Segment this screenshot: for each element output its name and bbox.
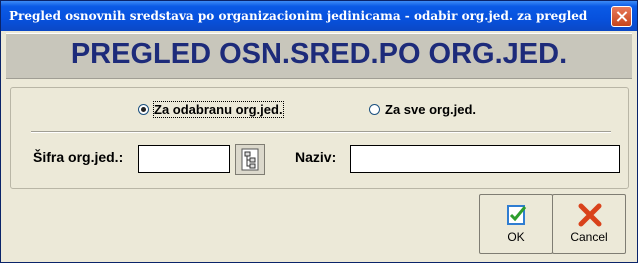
code-field[interactable] (138, 145, 230, 173)
radio-label-all-units: Za sve org.jed. (385, 102, 477, 117)
name-field[interactable] (350, 145, 620, 173)
separator (31, 131, 611, 133)
dialog-window: Pregled osnovnih sredstava po organizaci… (0, 0, 638, 263)
title-bar[interactable]: Pregled osnovnih sredstava po organizaci… (1, 1, 637, 31)
close-icon[interactable] (611, 6, 632, 27)
window-title: Pregled osnovnih sredstava po organizaci… (9, 9, 588, 23)
tree-lookup-icon (241, 148, 259, 171)
selection-panel: Za odabranu org.jed. Za sve org.jed. Šif… (10, 87, 629, 189)
lookup-button[interactable] (235, 144, 265, 175)
page-title: PREGLED OSN.SRED.PO ORG.JED. (70, 38, 568, 70)
cancel-x-icon (578, 203, 602, 227)
radio-label-selected-unit: Za odabranu org.jed. (153, 101, 284, 118)
cancel-button[interactable]: Cancel (552, 194, 626, 254)
button-bar: OK Cancel (472, 194, 633, 256)
page-banner: PREGLED OSN.SRED.PO ORG.JED. (6, 33, 632, 79)
name-label: Naziv: (295, 149, 337, 165)
ok-check-icon (507, 205, 527, 225)
code-label: Šifra org.jed.: (33, 149, 124, 165)
radio-button-all[interactable] (369, 104, 380, 115)
radio-button-selected[interactable] (138, 104, 149, 115)
ok-button[interactable]: OK (479, 194, 553, 254)
ok-label: OK (507, 230, 525, 244)
radio-selected-unit[interactable]: Za odabranu org.jed. (138, 101, 284, 118)
radio-all-units[interactable]: Za sve org.jed. (369, 102, 476, 117)
cancel-label: Cancel (570, 230, 608, 244)
